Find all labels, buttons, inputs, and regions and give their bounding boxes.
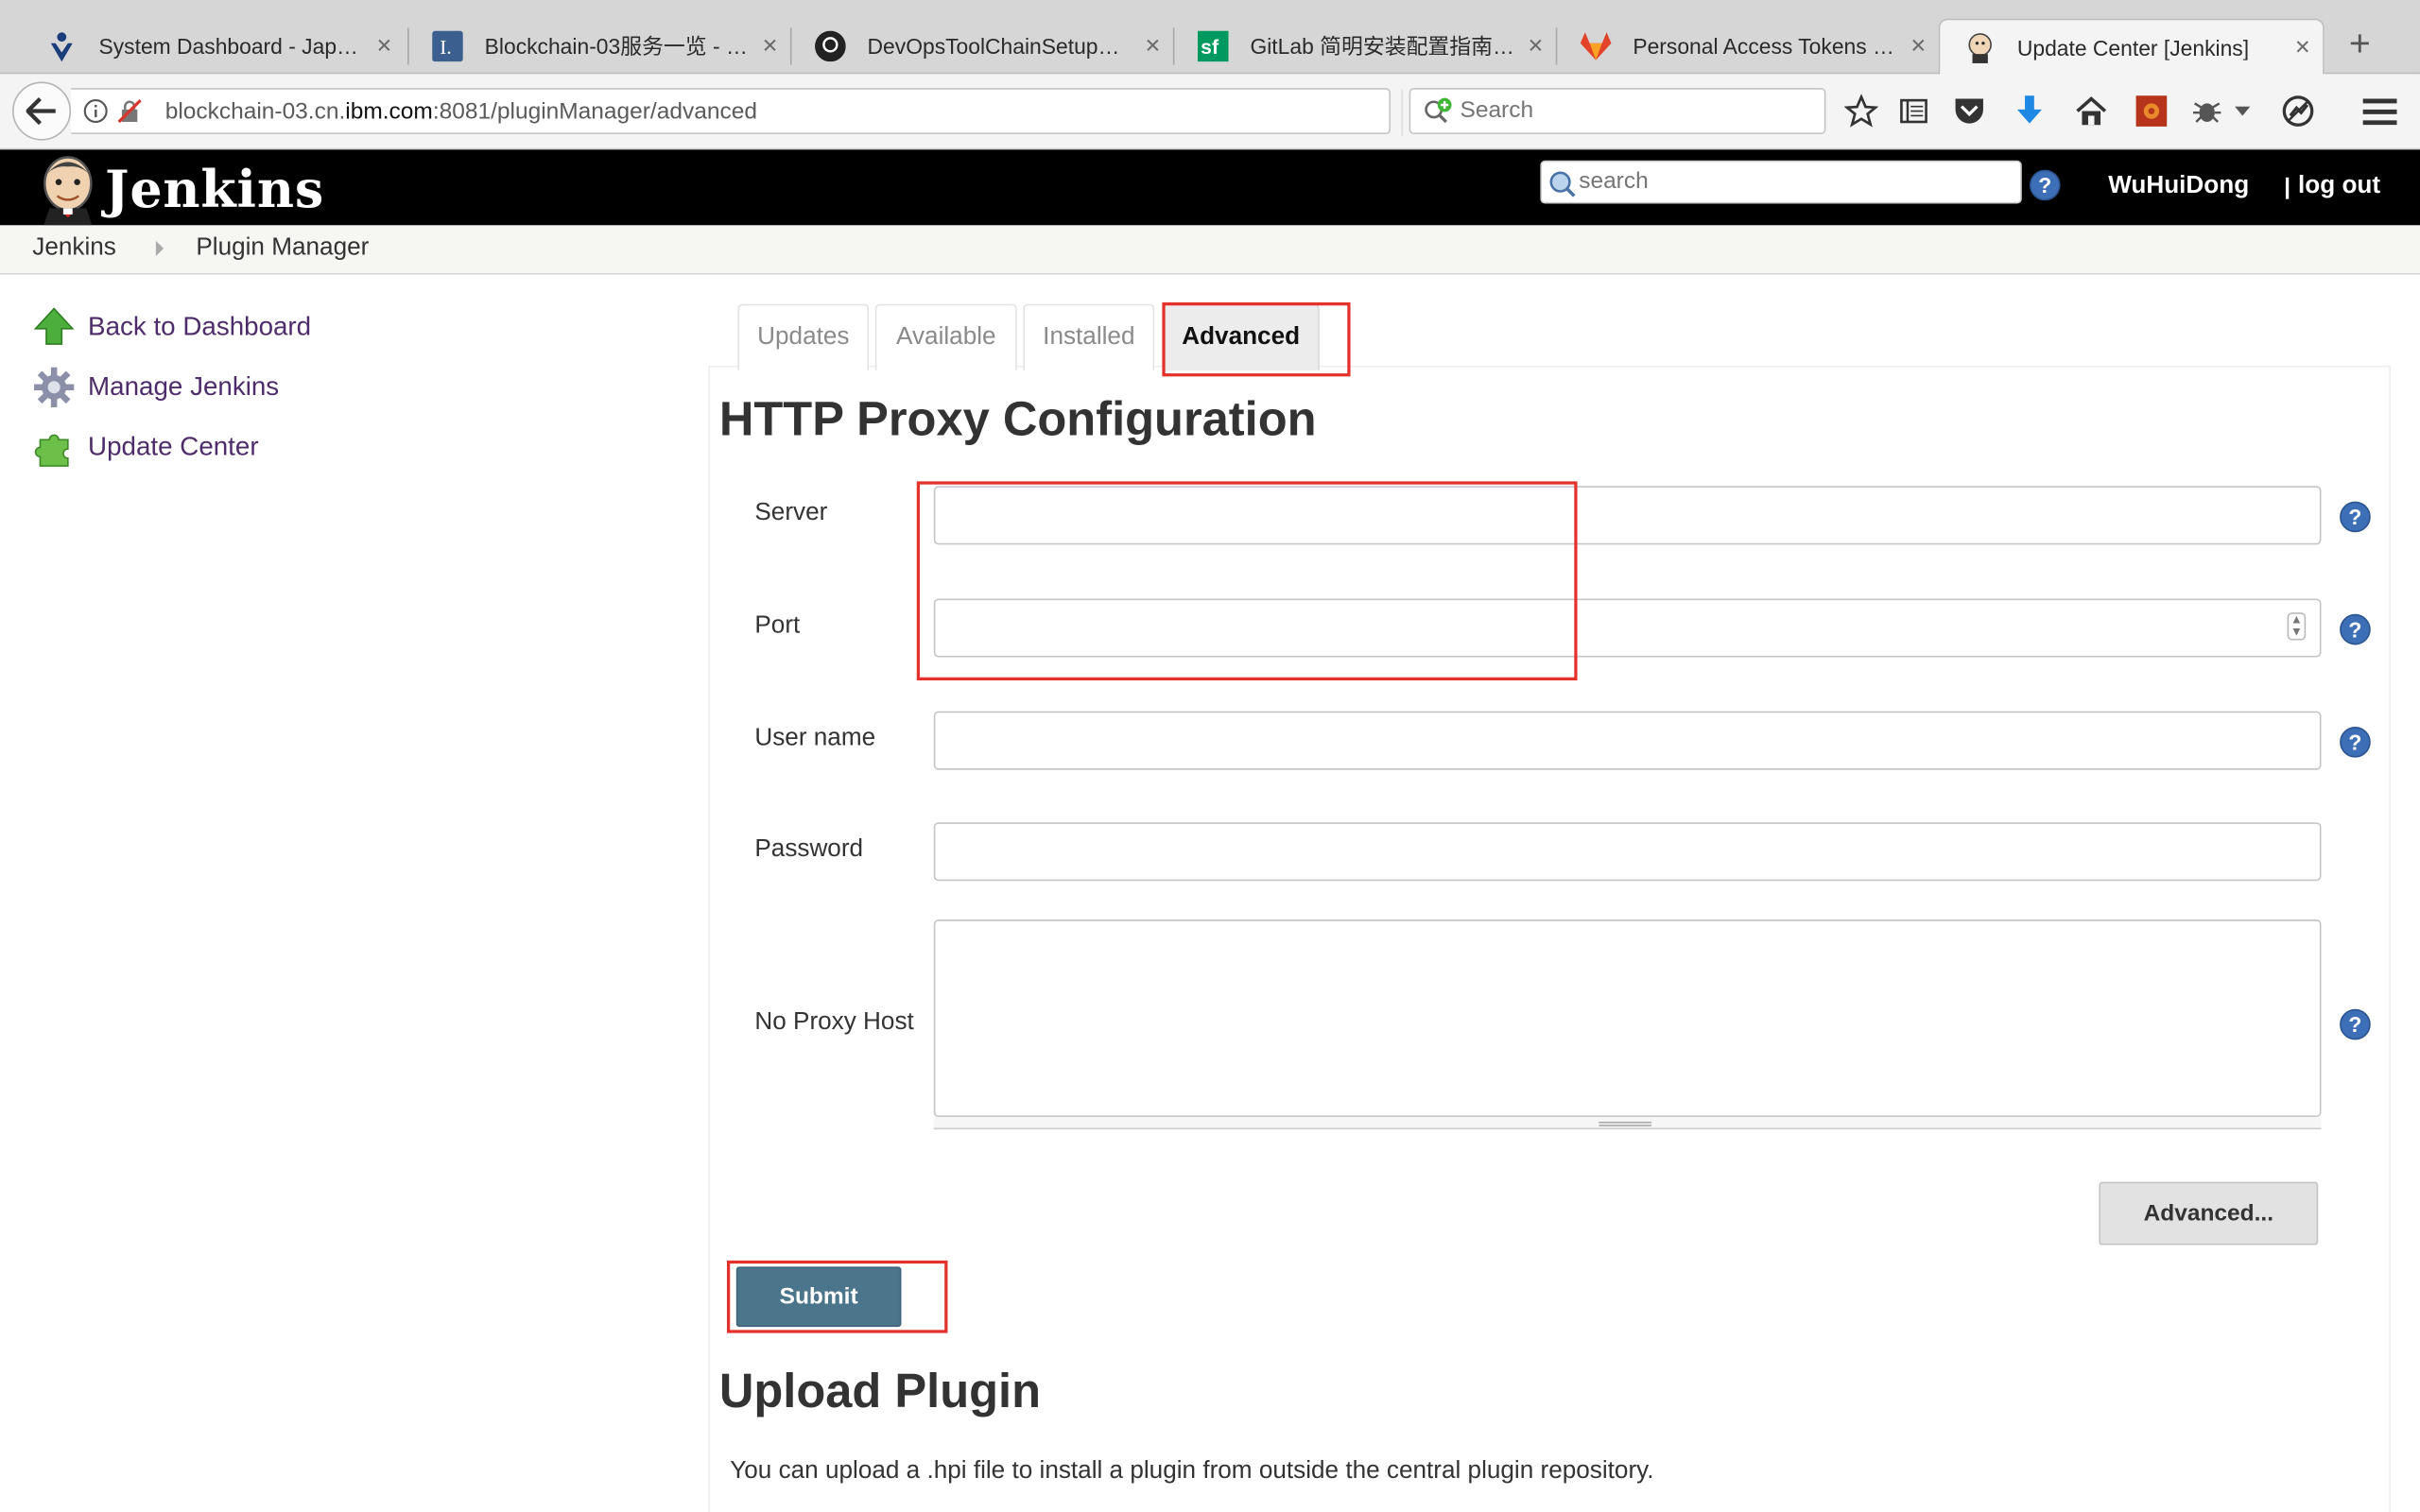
- jenkins-logo[interactable]: Jenkins: [105, 159, 324, 219]
- gear-icon[interactable]: [33, 367, 75, 408]
- confluence-icon: I.: [432, 30, 463, 62]
- back-button[interactable]: [12, 81, 72, 141]
- header-divider: [2285, 177, 2290, 199]
- back-arrow-icon: [26, 96, 56, 126]
- username-help-icon[interactable]: ?: [2340, 726, 2371, 758]
- close-tab-icon[interactable]: ✕: [1898, 34, 1938, 59]
- advanced-button[interactable]: Advanced...: [2099, 1181, 2319, 1246]
- tab-title: Personal Access Tokens ·…: [1633, 33, 1899, 60]
- url-bar[interactable]: blockchain-03.cn.ibm.com:8081/pluginMana…: [71, 88, 1443, 136]
- tab-title: DevOpsToolChainSetupG…: [867, 33, 1133, 60]
- browser-tab[interactable]: sf GitLab 简明安装配置指南 -… ✕: [1173, 19, 1556, 75]
- breadcrumb: Jenkins Plugin Manager: [0, 225, 2420, 275]
- new-tab-button[interactable]: +: [2337, 22, 2383, 68]
- browser-search-input[interactable]: [1460, 96, 1800, 124]
- update-center-link[interactable]: Update Center: [88, 432, 259, 463]
- url-text[interactable]: blockchain-03.cn.ibm.com:8081/pluginMana…: [165, 98, 757, 125]
- firebug-icon[interactable]: [2188, 93, 2225, 129]
- username-input[interactable]: [933, 711, 2322, 770]
- highlight-box-submit: [726, 1260, 948, 1333]
- github-icon: [815, 30, 846, 62]
- username-label: User name: [754, 725, 876, 752]
- tab-available[interactable]: Available: [874, 303, 1017, 370]
- svg-text:sf: sf: [1201, 37, 1219, 59]
- proxy-heading: HTTP Proxy Configuration: [718, 391, 1317, 446]
- dropdown-arrow-icon[interactable]: [2232, 93, 2254, 129]
- server-label: Server: [754, 499, 828, 526]
- browser-tab[interactable]: Personal Access Tokens ·… ✕: [1556, 19, 1939, 75]
- close-tab-icon[interactable]: ✕: [1132, 34, 1172, 59]
- no-proxy-host-textarea[interactable]: [933, 919, 2322, 1118]
- browser-tab-active[interactable]: Update Center [Jenkins] ✕: [1938, 18, 2325, 76]
- tab-title: Blockchain-03服务一览 - …: [484, 33, 748, 60]
- browser-tab[interactable]: I. Blockchain-03服务一览 - … ✕: [407, 19, 790, 75]
- upload-description: You can upload a .hpi file to install a …: [730, 1457, 1654, 1485]
- breadcrumb-separator-icon: [155, 240, 164, 257]
- jenkins-butler-icon[interactable]: [34, 156, 102, 234]
- help-icon[interactable]: ?: [2029, 169, 2061, 201]
- password-label: Password: [754, 835, 864, 863]
- bookmark-star-icon[interactable]: [1842, 93, 1879, 129]
- up-arrow-icon[interactable]: [33, 307, 75, 347]
- server-help-icon[interactable]: ?: [2340, 501, 2371, 533]
- hamburger-menu-icon[interactable]: [2361, 93, 2398, 129]
- no-proxy-host-label: No Proxy Host: [754, 1008, 914, 1036]
- tab-title: GitLab 简明安装配置指南 -…: [1250, 33, 1516, 60]
- tracking-protection-icon[interactable]: [2279, 93, 2316, 129]
- puzzle-icon[interactable]: [34, 427, 74, 467]
- browser-tab[interactable]: DevOpsToolChainSetupG… ✕: [790, 19, 1173, 75]
- manage-jenkins-link[interactable]: Manage Jenkins: [88, 371, 279, 403]
- port-stepper-icon[interactable]: ▲ ▼: [2287, 612, 2307, 641]
- highlight-box-advanced-tab: [1162, 301, 1351, 377]
- pocket-icon[interactable]: [1951, 93, 1988, 129]
- browser-nav-bar: blockchain-03.cn.ibm.com:8081/pluginMana…: [0, 74, 2420, 150]
- downloads-icon[interactable]: [2011, 93, 2048, 129]
- close-tab-icon[interactable]: ✕: [364, 34, 404, 59]
- breadcrumb-jenkins[interactable]: Jenkins: [32, 234, 116, 262]
- segmentfault-icon: sf: [1197, 30, 1229, 62]
- no-proxy-help-icon[interactable]: ?: [2340, 1008, 2371, 1040]
- gitlab-icon: [1580, 31, 1612, 62]
- textarea-resize-grip[interactable]: [933, 1117, 2322, 1130]
- extension-icon[interactable]: [2133, 93, 2169, 129]
- jenkins-search-box[interactable]: [1540, 160, 2022, 206]
- home-icon[interactable]: [2073, 93, 2110, 129]
- search-engine-icon[interactable]: [1423, 97, 1454, 133]
- info-icon[interactable]: [83, 98, 108, 130]
- password-input[interactable]: [933, 822, 2322, 882]
- close-tab-icon[interactable]: ✕: [2283, 36, 2323, 60]
- highlight-box-server-port: [916, 481, 1578, 680]
- back-to-dashboard-link[interactable]: Back to Dashboard: [88, 312, 311, 343]
- tab-title: Update Center [Jenkins]: [2016, 35, 2250, 60]
- browser-search-bar[interactable]: [1409, 88, 1826, 135]
- user-link[interactable]: WuHuiDong: [2108, 173, 2249, 200]
- close-tab-icon[interactable]: ✕: [1515, 34, 1555, 59]
- browser-tab-strip: System Dashboard - Japa… ✕ I. Blockchain…: [0, 0, 2420, 76]
- jenkins-search-input[interactable]: [1579, 167, 2012, 195]
- tab-title: System Dashboard - Japa…: [98, 33, 365, 60]
- browser-tab[interactable]: System Dashboard - Japa… ✕: [22, 19, 405, 75]
- logout-link[interactable]: log out: [2298, 173, 2380, 200]
- svg-text:I.: I.: [440, 36, 451, 59]
- port-label: Port: [754, 612, 801, 639]
- tab-installed[interactable]: Installed: [1023, 303, 1155, 370]
- upload-heading: Upload Plugin: [718, 1364, 1042, 1418]
- reading-list-icon[interactable]: [1895, 93, 1932, 129]
- jira-icon: [46, 31, 78, 62]
- close-tab-icon[interactable]: ✕: [750, 34, 789, 59]
- jenkins-icon: [1964, 32, 1996, 63]
- insecure-lock-icon[interactable]: [117, 98, 142, 130]
- breadcrumb-plugin-manager[interactable]: Plugin Manager: [196, 234, 369, 262]
- screen: System Dashboard - Japa… ✕ I. Blockchain…: [0, 0, 2420, 1512]
- port-help-icon[interactable]: ?: [2340, 613, 2371, 645]
- tab-updates[interactable]: Updates: [737, 303, 870, 370]
- search-icon: [1548, 170, 1576, 206]
